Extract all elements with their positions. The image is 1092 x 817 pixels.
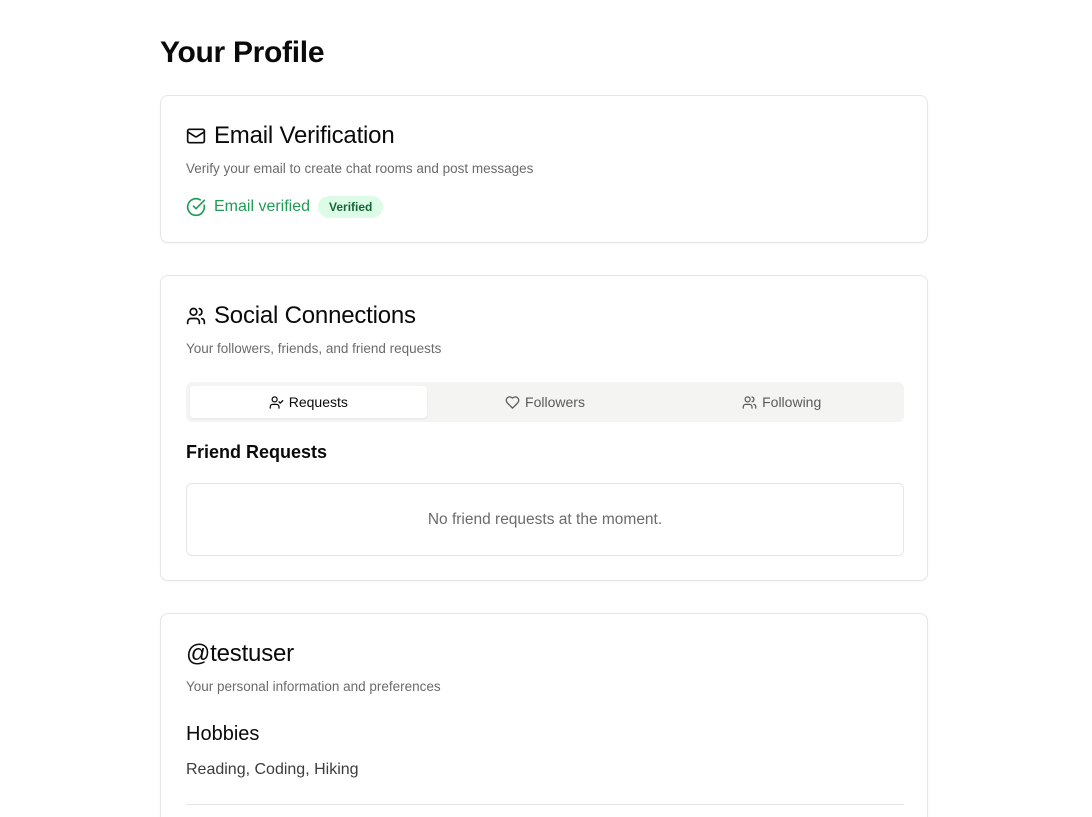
mail-icon: [186, 126, 206, 146]
email-status-row: Email verified Verified: [186, 196, 384, 218]
social-card-header: Social Connections: [186, 302, 416, 330]
email-card-header: Email Verification: [186, 122, 395, 150]
user-check-icon: [269, 395, 284, 410]
friend-requests-empty-state: No friend requests at the moment.: [186, 483, 904, 556]
profile-card-header: @testuser: [186, 640, 294, 668]
profile-card-description: Your personal information and preference…: [186, 679, 441, 694]
social-card-description: Your followers, friends, and friend requ…: [186, 341, 442, 356]
email-card-title: Email Verification: [214, 122, 395, 149]
users-icon: [186, 306, 206, 326]
username-title: @testuser: [186, 640, 294, 667]
tab-followers-label: Followers: [525, 394, 585, 410]
check-circle-icon: [186, 197, 206, 217]
profile-info-card: @testuser Your personal information and …: [160, 613, 928, 817]
hobbies-value: Reading, Coding, Hiking: [186, 761, 359, 778]
tab-requests-label: Requests: [288, 394, 348, 410]
email-verification-card: Email Verification Verify your email to …: [160, 95, 928, 243]
tab-following-label: Following: [762, 394, 822, 410]
verified-badge: Verified: [318, 196, 384, 218]
tab-following[interactable]: Following: [663, 386, 900, 418]
hobbies-heading: Hobbies: [186, 723, 260, 745]
social-connections-card: Social Connections Your followers, frien…: [160, 275, 928, 581]
email-status-text: Email verified: [214, 198, 311, 215]
section-divider: [186, 804, 904, 805]
page-title: Your Profile: [160, 36, 325, 69]
email-card-description: Verify your email to create chat rooms a…: [186, 161, 534, 176]
users-icon: [742, 395, 757, 410]
connections-tabs: Requests Followers Following: [186, 382, 904, 422]
tab-requests[interactable]: Requests: [190, 386, 427, 418]
heart-icon: [505, 395, 520, 410]
friend-requests-heading: Friend Requests: [186, 442, 328, 462]
tab-followers[interactable]: Followers: [427, 386, 664, 418]
social-card-title: Social Connections: [214, 302, 416, 329]
